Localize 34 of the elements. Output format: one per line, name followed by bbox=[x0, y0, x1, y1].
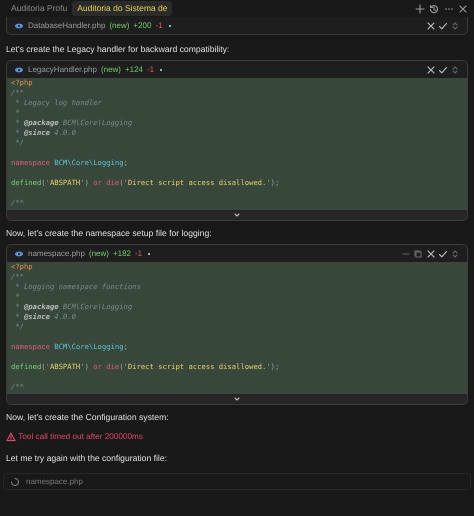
check-icon[interactable] bbox=[438, 64, 448, 75]
added-count: +124 bbox=[124, 64, 143, 76]
new-chat-icon[interactable] bbox=[414, 4, 424, 14]
close-icon[interactable] bbox=[426, 64, 436, 75]
message-text: Now, let's create the namespace setup file for logging: bbox=[5, 227, 213, 240]
removed-count: -1 bbox=[134, 248, 142, 260]
message-text: Let's create the Legacy handler for backward compatibility: bbox=[5, 43, 230, 56]
check-icon[interactable] bbox=[438, 20, 448, 30]
close-icon[interactable] bbox=[426, 248, 436, 259]
added-count: +182 bbox=[112, 248, 131, 260]
close-icon[interactable] bbox=[426, 20, 436, 30]
file-status: (new) bbox=[88, 248, 109, 260]
file-name: namespace.php bbox=[26, 476, 83, 488]
eye-icon bbox=[14, 64, 24, 75]
file-name[interactable]: LegacyHandler.php bbox=[28, 64, 97, 76]
file-name[interactable]: DatabaseHandler.php bbox=[28, 20, 106, 32]
error-message: Tool call timed out after 200000ms bbox=[18, 430, 143, 443]
history-icon[interactable] bbox=[429, 4, 439, 14]
added-count: +200 bbox=[133, 20, 152, 32]
removed-count: -1 bbox=[155, 20, 163, 32]
eye-icon bbox=[14, 20, 24, 30]
file-name[interactable]: namespace.php bbox=[28, 248, 85, 260]
spinner-icon bbox=[10, 476, 20, 487]
check-icon[interactable] bbox=[438, 248, 448, 259]
tab[interactable]: Auditoria Profu bbox=[6, 1, 72, 16]
warning-icon bbox=[6, 432, 16, 442]
close-icon[interactable] bbox=[458, 4, 468, 14]
file-status: (new) bbox=[109, 20, 130, 32]
eye-icon bbox=[14, 248, 24, 259]
message-text: Let me try again with the configuration file: bbox=[5, 452, 168, 466]
message-text: Now, let's create the Configuration system: bbox=[5, 411, 170, 424]
file-status: (new) bbox=[100, 64, 121, 76]
removed-count: -1 bbox=[147, 64, 154, 76]
tab[interactable]: Auditoria do Sistema de bbox=[72, 1, 172, 16]
